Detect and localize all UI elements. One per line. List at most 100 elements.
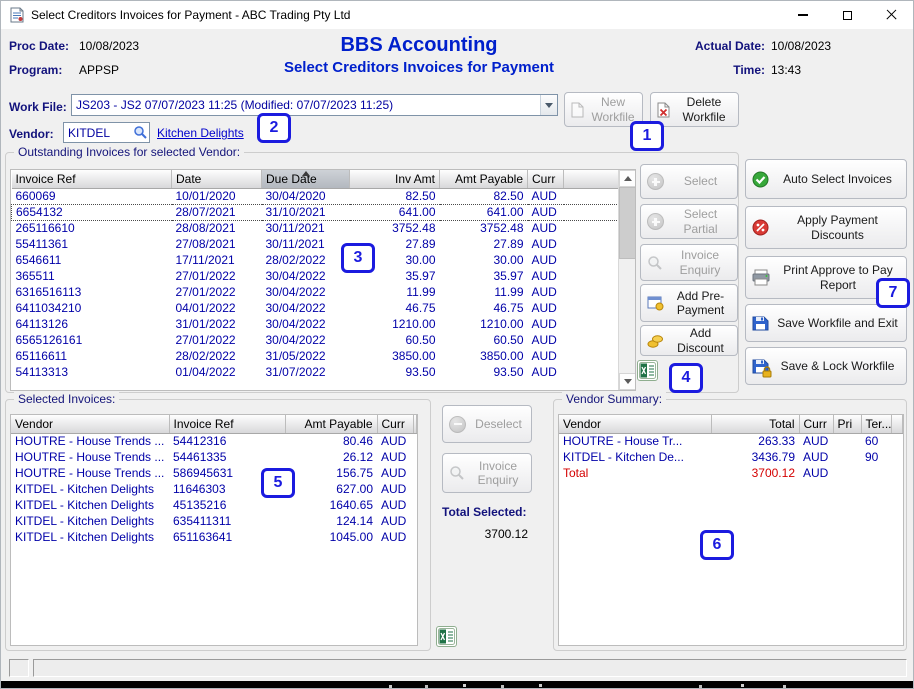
cell: Total xyxy=(559,465,711,481)
outstanding-invoices-table[interactable]: Invoice RefDateDue DateInv AmtAmt Payabl… xyxy=(10,169,636,391)
table-row[interactable]: 5411331301/04/202231/07/202293.5093.50AU… xyxy=(12,364,635,380)
taskbar-remnants xyxy=(389,685,392,688)
column-header-due-date[interactable]: Due Date xyxy=(262,170,350,188)
cell: 26.12 xyxy=(285,449,377,465)
cell: 90 xyxy=(861,449,891,465)
table-row[interactable]: 665413228/07/202131/10/2021641.00641.00A… xyxy=(12,204,635,220)
cell: 6316516113 xyxy=(12,284,172,300)
table-row[interactable]: KITDEL - Kitchen Delights635411311124.14… xyxy=(11,513,417,529)
vertical-scrollbar[interactable] xyxy=(618,170,635,390)
add-discount-button[interactable]: Add Discount xyxy=(640,325,738,356)
column-header-amt-payable[interactable]: Amt Payable xyxy=(440,170,528,188)
scroll-up-button[interactable] xyxy=(619,170,636,187)
selected-invoices-group: Selected Invoices: VendorInvoice RefAmt … xyxy=(5,399,431,651)
cell: 30/04/2022 xyxy=(262,316,350,332)
chevron-down-icon xyxy=(545,103,553,108)
export-excel-button[interactable] xyxy=(637,360,658,381)
minimize-button[interactable] xyxy=(781,1,825,29)
table-row[interactable]: 656512616127/01/202230/04/202260.5060.50… xyxy=(12,332,635,348)
save-disk-icon xyxy=(752,315,769,332)
workfile-select[interactable]: JS203 - JS2 07/07/2023 11:25 (Modified: … xyxy=(71,94,558,116)
annotation-number: 4 xyxy=(682,369,691,387)
cell: AUD xyxy=(377,433,413,449)
scroll-down-button[interactable] xyxy=(619,373,636,390)
cell: 93.50 xyxy=(440,364,528,380)
invoice-enquiry-button[interactable]: Invoice Enquiry xyxy=(640,244,738,281)
cell-filler xyxy=(413,465,417,481)
vendor-code-field[interactable] xyxy=(63,122,150,143)
cell-filler xyxy=(891,449,903,465)
auto-select-invoices-button[interactable]: Auto Select Invoices xyxy=(745,159,907,199)
column-header-pri[interactable]: Pri xyxy=(833,415,861,433)
table-row[interactable]: HOUTRE - House Trends ...5446133526.12AU… xyxy=(11,449,417,465)
cell: 6546611 xyxy=(12,252,172,268)
column-header-curr[interactable]: Curr xyxy=(377,415,413,433)
cell: 6411034210 xyxy=(12,300,172,316)
cell: 30.00 xyxy=(440,252,528,268)
cell: 11.99 xyxy=(350,284,440,300)
table-row[interactable]: KITDEL - Kitchen Delights451352161640.65… xyxy=(11,497,417,513)
table-row[interactable]: 654661117/11/202128/02/202230.0030.00AUD xyxy=(12,252,635,268)
table-row[interactable]: 36551127/01/202230/04/202235.9735.97AUD xyxy=(12,268,635,284)
deselect-button[interactable]: Deselect xyxy=(442,405,532,443)
table-row[interactable]: KITDEL - Kitchen Delights6511636411045.0… xyxy=(11,529,417,545)
vendor-name-link[interactable]: Kitchen Delights xyxy=(157,126,244,140)
cell: KITDEL - Kitchen Delights xyxy=(11,513,169,529)
table-row[interactable]: 641103421004/01/202230/04/202246.7546.75… xyxy=(12,300,635,316)
cell: AUD xyxy=(528,236,564,252)
cell: AUD xyxy=(528,364,564,380)
select-partial-button[interactable]: Select Partial xyxy=(640,204,738,239)
table-row[interactable]: 66006910/01/202030/04/202082.5082.50AUD xyxy=(12,188,635,204)
column-header-curr[interactable]: Curr xyxy=(528,170,564,188)
green-check-icon xyxy=(752,171,769,188)
column-header-amt-payable[interactable]: Amt Payable xyxy=(285,415,377,433)
annotation-number: 1 xyxy=(643,127,652,145)
select-button[interactable]: Select xyxy=(640,164,738,199)
column-header-vendor[interactable]: Vendor xyxy=(11,415,169,433)
outstanding-group-title: Outstanding Invoices for selected Vendor… xyxy=(14,145,244,159)
annotation-7: 7 xyxy=(876,278,910,308)
cell: AUD xyxy=(799,433,833,449)
column-header-date[interactable]: Date xyxy=(172,170,262,188)
save-workfile-exit-button[interactable]: Save Workfile and Exit xyxy=(745,304,907,342)
delete-workfile-button[interactable]: Delete Workfile xyxy=(650,92,739,127)
vendor-code-input[interactable] xyxy=(64,126,133,140)
column-header-filler xyxy=(413,415,417,433)
new-workfile-icon xyxy=(571,102,584,118)
table-row[interactable]: Total3700.12AUD xyxy=(559,465,903,481)
table-row[interactable]: 631651611327/01/202230/04/202211.9911.99… xyxy=(12,284,635,300)
add-prepayment-button[interactable]: Add Pre-Payment xyxy=(640,284,738,322)
table-row[interactable]: 6411312631/01/202230/04/20221210.001210.… xyxy=(12,316,635,332)
cell: 30/11/2021 xyxy=(262,220,350,236)
vendor-search-icon[interactable] xyxy=(133,125,148,140)
scrollbar-thumb[interactable] xyxy=(619,187,636,259)
close-button[interactable] xyxy=(869,1,913,29)
cell xyxy=(833,449,861,465)
table-row[interactable]: HOUTRE - House Trends ...586945631156.75… xyxy=(11,465,417,481)
save-lock-workfile-button[interactable]: Save & Lock Workfile xyxy=(745,347,907,385)
table-row[interactable]: KITDEL - Kitchen De...3436.79AUD90 xyxy=(559,449,903,465)
table-row[interactable]: 5541136127/08/202130/11/202127.8927.89AU… xyxy=(12,236,635,252)
column-header-vendor[interactable]: Vendor xyxy=(559,415,711,433)
cell: 6654132 xyxy=(12,204,172,220)
table-row[interactable]: KITDEL - Kitchen Delights11646303627.00A… xyxy=(11,481,417,497)
status-bar xyxy=(33,659,907,677)
column-header-invoice-ref[interactable]: Invoice Ref xyxy=(12,170,172,188)
program-value: APPSP xyxy=(79,63,119,77)
table-row[interactable]: HOUTRE - House Trends ...5441231680.46AU… xyxy=(11,433,417,449)
column-header-ter-[interactable]: Ter... xyxy=(861,415,891,433)
export-excel-button-2[interactable] xyxy=(436,626,457,647)
selected-invoices-table[interactable]: VendorInvoice RefAmt PayableCurrHOUTRE -… xyxy=(10,414,418,646)
combo-dropdown-button[interactable] xyxy=(540,95,557,115)
table-row[interactable]: 6511661128/02/202231/05/20223850.003850.… xyxy=(12,348,635,364)
maximize-button[interactable] xyxy=(825,1,869,29)
apply-payment-discounts-button[interactable]: Apply Payment Discounts xyxy=(745,206,907,249)
column-header-invoice-ref[interactable]: Invoice Ref xyxy=(169,415,285,433)
table-row[interactable]: 26511661028/08/202130/11/20213752.483752… xyxy=(12,220,635,236)
table-row[interactable]: HOUTRE - House Tr...263.33AUD60 xyxy=(559,433,903,449)
column-header-total[interactable]: Total xyxy=(711,415,799,433)
column-header-curr[interactable]: Curr xyxy=(799,415,833,433)
annotation-5: 5 xyxy=(261,468,295,498)
invoice-enquiry-button-2[interactable]: Invoice Enquiry xyxy=(442,453,532,493)
column-header-inv-amt[interactable]: Inv Amt xyxy=(350,170,440,188)
